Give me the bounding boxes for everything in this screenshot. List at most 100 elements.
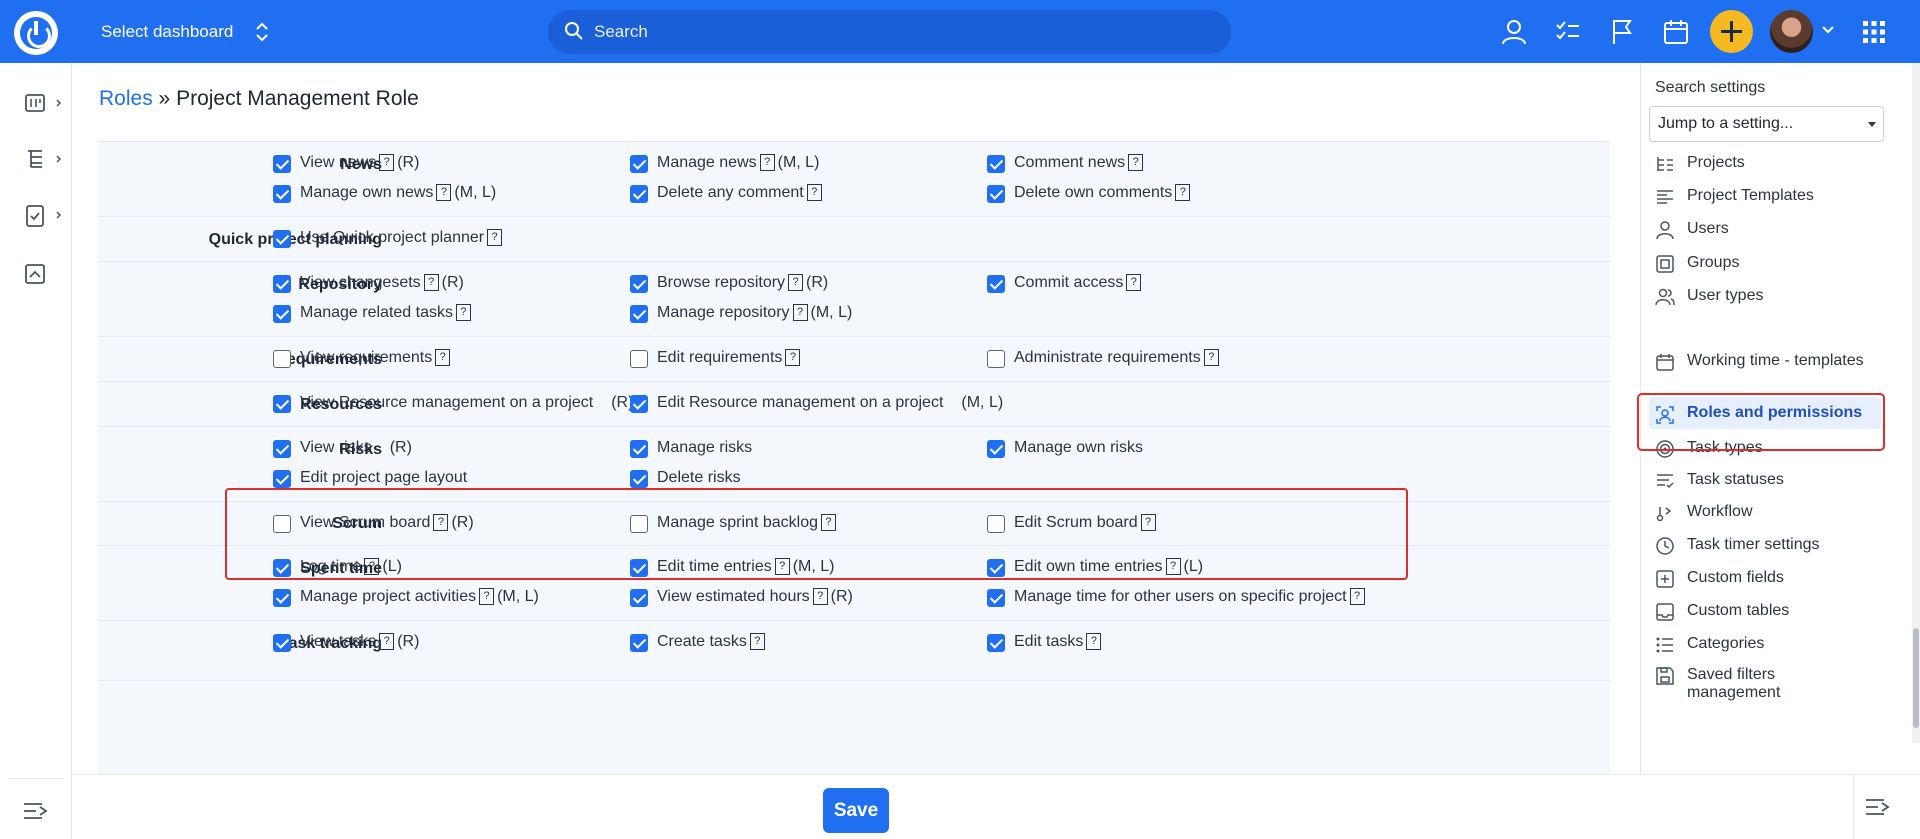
user-icon[interactable] — [1500, 18, 1528, 46]
global-search[interactable] — [548, 10, 1231, 54]
settings-item[interactable]: Workflow — [1649, 501, 1881, 525]
help-icon[interactable]: ? — [379, 633, 395, 650]
permission-checkbox[interactable] — [630, 469, 648, 488]
help-icon[interactable]: ? — [812, 587, 828, 605]
collapse-up-icon[interactable] — [24, 261, 64, 291]
permission-checkbox[interactable] — [630, 440, 648, 458]
permission-checkbox[interactable] — [630, 588, 648, 607]
settings-item[interactable]: Saved filters management — [1649, 664, 1881, 704]
help-icon[interactable]: ? — [1175, 183, 1191, 201]
help-icon[interactable]: ? — [379, 154, 395, 171]
permission-label: View risks (R) — [300, 439, 412, 457]
permission-checkbox[interactable] — [987, 634, 1005, 652]
permission-text: Edit Scrum board — [1014, 514, 1138, 531]
help-icon[interactable]: ? — [1203, 349, 1219, 366]
permission-checkbox[interactable] — [987, 588, 1005, 607]
help-icon[interactable]: ? — [364, 558, 380, 575]
permission-checkbox[interactable] — [987, 350, 1005, 368]
permission-checkbox[interactable] — [630, 275, 648, 293]
breadcrumb-roles-link[interactable]: Roles — [99, 87, 153, 110]
help-icon[interactable]: ? — [806, 183, 822, 201]
permission-checkbox[interactable] — [273, 515, 291, 533]
permission-checkbox[interactable] — [273, 230, 291, 248]
clipboard-icon[interactable] — [24, 201, 64, 231]
permission-checkbox[interactable] — [273, 634, 291, 652]
permission-checkbox[interactable] — [273, 588, 291, 607]
help-icon[interactable]: ? — [423, 274, 439, 291]
select-dashboard-button[interactable]: Select dashboard — [101, 0, 233, 63]
app-logo-icon[interactable] — [14, 11, 58, 55]
calendar-icon[interactable] — [1662, 18, 1690, 46]
help-icon[interactable]: ? — [487, 229, 503, 246]
search-input[interactable] — [592, 10, 1212, 54]
help-icon[interactable]: ? — [1126, 274, 1142, 291]
permission-checkbox[interactable] — [987, 559, 1005, 577]
expand-sidebar-icon[interactable] — [22, 796, 52, 826]
help-icon[interactable]: ? — [749, 633, 765, 650]
settings-item[interactable]: Users — [1649, 218, 1881, 242]
help-icon[interactable]: ? — [479, 587, 495, 605]
jump-to-setting-select[interactable]: Jump to a setting... — [1649, 106, 1884, 142]
permission-checkbox[interactable] — [273, 440, 291, 458]
flag-icon[interactable] — [1608, 18, 1636, 46]
permission-checkbox[interactable] — [630, 350, 648, 368]
permission-checkbox[interactable] — [630, 304, 648, 323]
permission-checkbox[interactable] — [630, 155, 648, 173]
permission-checkbox[interactable] — [630, 395, 648, 413]
permission-checkbox[interactable] — [273, 469, 291, 488]
permission-checkbox[interactable] — [273, 559, 291, 577]
permission-checkbox[interactable] — [273, 350, 291, 368]
settings-item[interactable]: Categories — [1649, 633, 1881, 657]
help-icon[interactable]: ? — [436, 183, 452, 201]
settings-item[interactable]: Groups — [1649, 252, 1881, 276]
permission-checkbox[interactable] — [273, 304, 291, 323]
help-icon[interactable]: ? — [455, 303, 471, 321]
settings-scrollbar-thumb[interactable] — [1913, 628, 1919, 728]
add-button[interactable] — [1710, 10, 1753, 53]
permission-checkbox[interactable] — [987, 440, 1005, 458]
help-icon[interactable]: ? — [1165, 558, 1181, 575]
permission-checkbox[interactable] — [987, 515, 1005, 533]
help-icon[interactable]: ? — [792, 303, 808, 321]
help-icon[interactable]: ? — [1349, 587, 1365, 605]
settings-item[interactable]: User types — [1649, 285, 1881, 309]
permission-checkbox[interactable] — [987, 275, 1005, 293]
help-icon[interactable]: ? — [1128, 154, 1144, 171]
help-icon[interactable]: ? — [433, 514, 449, 531]
settings-item[interactable]: Custom fields — [1649, 567, 1881, 591]
help-icon[interactable]: ? — [1140, 514, 1156, 531]
dashboard-icon[interactable] — [24, 89, 64, 119]
help-icon[interactable]: ? — [759, 154, 775, 171]
settings-item[interactable]: Task statuses — [1649, 469, 1881, 493]
permission-checkbox[interactable] — [273, 275, 291, 293]
permission-checkbox[interactable] — [987, 184, 1005, 203]
chevron-down-icon[interactable] — [1820, 22, 1836, 38]
settings-item[interactable]: Working time - templates — [1649, 350, 1881, 390]
chevron-updown-icon[interactable] — [252, 20, 272, 44]
settings-item[interactable]: Projects — [1649, 152, 1881, 176]
settings-item[interactable]: Custom tables — [1649, 600, 1881, 624]
help-icon[interactable]: ? — [785, 349, 801, 366]
permission-checkbox[interactable] — [630, 559, 648, 577]
save-button[interactable]: Save — [823, 788, 889, 833]
permission-checkbox[interactable] — [630, 515, 648, 533]
help-icon[interactable]: ? — [1086, 633, 1102, 650]
help-icon[interactable]: ? — [788, 274, 804, 291]
permission-label: Create tasks? — [657, 633, 768, 651]
help-icon[interactable]: ? — [820, 514, 836, 531]
help-icon[interactable]: ? — [435, 349, 451, 366]
permission-checkbox[interactable] — [273, 395, 291, 413]
permission-checkbox[interactable] — [987, 155, 1005, 173]
avatar[interactable] — [1770, 10, 1813, 53]
permission-checkbox[interactable] — [630, 184, 648, 203]
settings-item[interactable]: Project Templates — [1649, 185, 1881, 209]
settings-item[interactable]: Task timer settings — [1649, 534, 1881, 558]
apps-grid-icon[interactable] — [1862, 20, 1886, 44]
tree-icon[interactable] — [24, 145, 64, 175]
permission-checkbox[interactable] — [630, 634, 648, 652]
permission-checkbox[interactable] — [273, 155, 291, 173]
help-icon[interactable]: ? — [774, 558, 790, 575]
collapse-panel-icon[interactable] — [1864, 793, 1894, 821]
permission-checkbox[interactable] — [273, 184, 291, 203]
checklist-icon[interactable] — [1554, 18, 1582, 46]
